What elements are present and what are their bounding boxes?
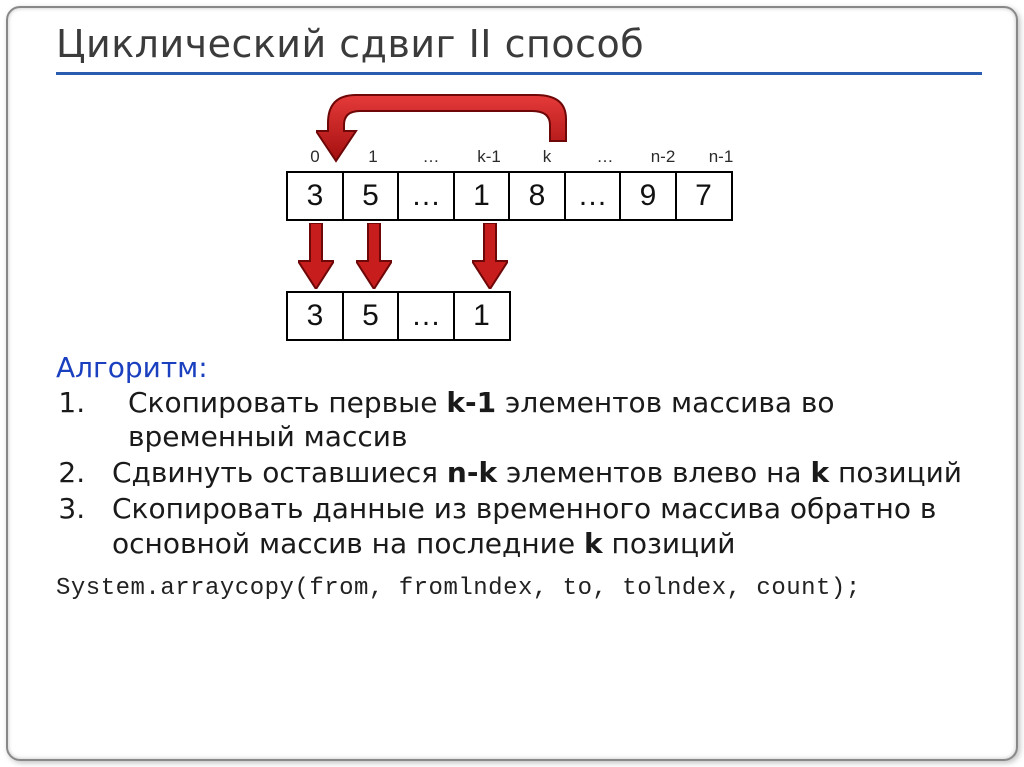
array-cell: 5 xyxy=(342,171,400,221)
index-cell: n-2 xyxy=(634,147,692,169)
step-text: Сдвинуть оставшиеся xyxy=(112,456,447,489)
array-cell: … xyxy=(397,171,455,221)
algorithm-steps: Скопировать первые k-1 элементов массива… xyxy=(94,386,982,561)
step-bold: k xyxy=(584,527,603,560)
index-cell: n-1 xyxy=(692,147,750,169)
step-text: элементов влево на xyxy=(497,456,810,489)
title-underline xyxy=(56,72,982,75)
step-bold: k-1 xyxy=(446,386,496,419)
step-bold: k xyxy=(811,456,830,489)
array-cell: 5 xyxy=(342,291,400,341)
step-item: Скопировать данные из временного массива… xyxy=(94,492,982,560)
step-item: Скопировать первые k-1 элементов массива… xyxy=(94,386,982,454)
diagram: 0 1 … k-1 k … n-2 n-1 3 5 … 1 8 … 9 7 xyxy=(286,85,926,345)
down-arrow-icon xyxy=(472,223,508,289)
slide-frame: Циклический сдвиг II способ 0 1 … k-1 k … xyxy=(6,6,1018,761)
array-cell: 1 xyxy=(453,291,511,341)
array-cell: 7 xyxy=(675,171,733,221)
array-cell: … xyxy=(564,171,622,221)
index-cell: … xyxy=(402,147,460,169)
main-array: 3 5 … 1 8 … 9 7 xyxy=(286,171,733,221)
array-cell: 3 xyxy=(286,171,344,221)
index-cell: … xyxy=(576,147,634,169)
index-cell: 1 xyxy=(344,147,402,169)
step-item: Сдвинуть оставшиеся n-k элементов влево … xyxy=(94,456,982,490)
down-arrow-icon xyxy=(356,223,392,289)
array-cell: 3 xyxy=(286,291,344,341)
array-cell: … xyxy=(397,291,455,341)
step-text: Скопировать данные из временного массива… xyxy=(112,492,936,559)
slide-title: Циклический сдвиг II способ xyxy=(56,22,982,70)
array-cell: 9 xyxy=(619,171,677,221)
down-arrow-icon xyxy=(298,223,334,289)
array-cell: 8 xyxy=(508,171,566,221)
code-line: System.arraycopy(from, fromlndex, to, to… xyxy=(56,575,982,602)
index-row: 0 1 … k-1 k … n-2 n-1 xyxy=(286,147,750,169)
index-cell: k xyxy=(518,147,576,169)
algorithm-label: Алгоритм: xyxy=(56,351,982,384)
step-text: позиций xyxy=(829,456,962,489)
step-text: позиций xyxy=(603,527,736,560)
array-cell: 1 xyxy=(453,171,511,221)
index-cell: k-1 xyxy=(460,147,518,169)
step-text: Скопировать первые xyxy=(128,386,446,419)
step-bold: n-k xyxy=(447,456,497,489)
index-cell: 0 xyxy=(286,147,344,169)
temp-array: 3 5 … 1 xyxy=(286,291,511,341)
